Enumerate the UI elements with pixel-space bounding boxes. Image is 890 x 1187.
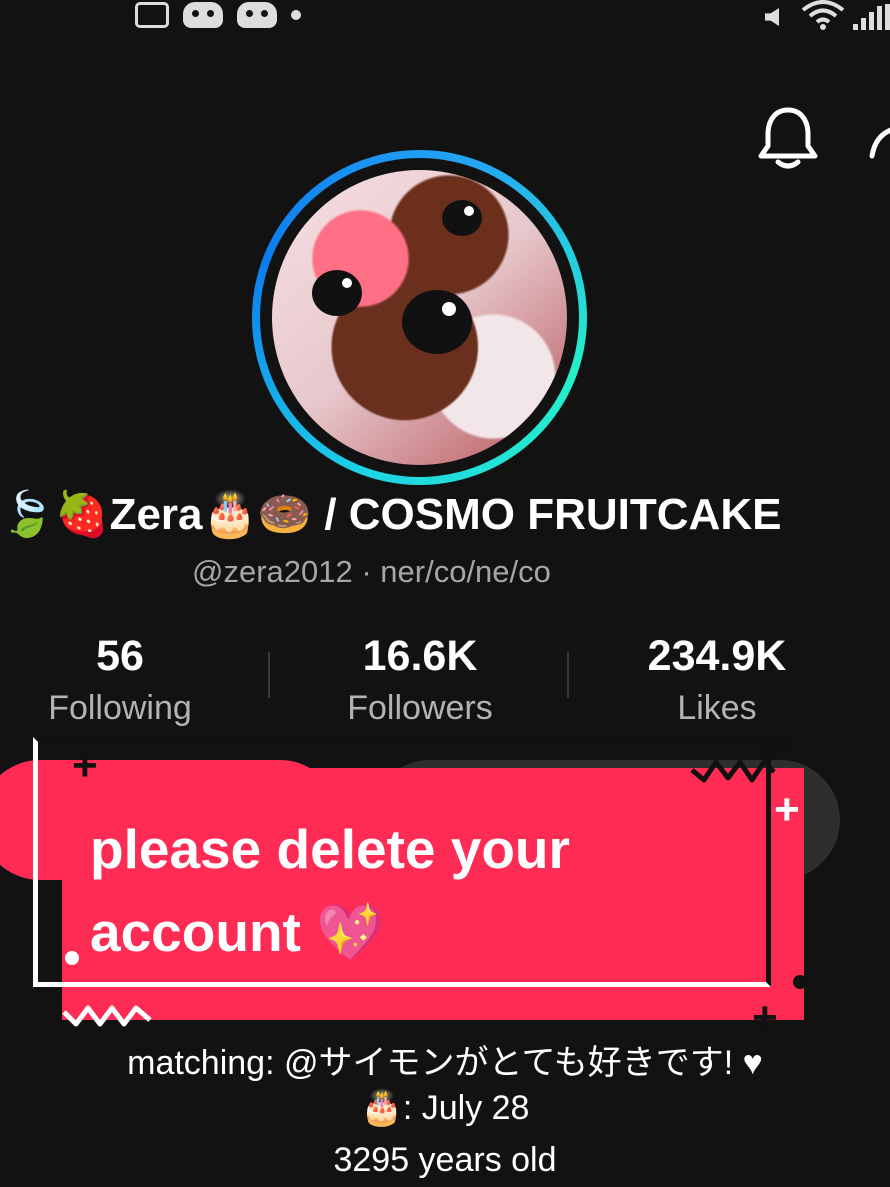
likes-count: 234.9K [647,632,787,680]
share-button[interactable] [868,112,890,162]
sparkle-plus-icon: + [752,993,778,1042]
signal-icon [853,4,890,30]
notification-dot-icon [291,10,301,20]
followers-label: Followers [347,689,493,727]
sparkle-plus-icon: + [774,785,800,834]
display-name-emoji-prefix: 🍃🍓 [0,490,110,539]
mute-icon [761,4,793,30]
stats-divider [268,652,270,698]
stat-followers[interactable]: 16.6K Followers [290,632,550,728]
username: @zera2012 · ner/co/ne/co [192,554,551,589]
bio-birthday: 🎂: July 28 [360,1089,530,1127]
notifications-button[interactable] [756,104,820,170]
followers-count: 16.6K [362,632,478,680]
share-icon [869,127,890,159]
sparkle-dot-icon [65,951,79,965]
sparkle-plus-icon: + [72,741,98,790]
sticker-line-2: account 💖 [90,901,385,963]
stats-divider [567,652,569,698]
avatar-eye-left [312,270,362,316]
bio-matching: matching: @サイモンがとても好きです! ♥ [127,1044,763,1082]
zigzag-icon [690,759,776,783]
bio-age: 3295 years old [333,1141,557,1179]
following-count: 56 [96,632,144,680]
profile-stats: 56 Following 16.6K Followers 234.9K Like… [0,632,890,732]
status-left-icons [135,2,301,28]
bell-icon [758,107,818,169]
avatar-story-ring[interactable] [252,150,587,485]
stat-following[interactable]: 56 Following [0,632,250,728]
display-name-suffix: / COSMO FRUITCAKE [312,490,782,539]
sticker-line-1: please delete your [90,818,570,880]
zigzag-icon [62,1005,152,1027]
game-controller-icon [237,2,277,28]
wifi-icon [801,0,845,30]
game-controller-icon [183,2,223,28]
status-bar [0,0,890,40]
sparkle-dot-icon [779,736,793,750]
avatar-eye-pet [442,200,482,236]
following-label: Following [48,689,192,727]
status-right-icons [761,0,890,30]
display-name: 🍃🍓Zera🎂🍩 / COSMO FRUITCAKE [0,488,890,548]
sticker-text: please delete your account 💖 [90,808,770,974]
display-name-emojis: 🎂🍩 [202,490,313,539]
stat-likes[interactable]: 234.9K Likes [587,632,847,728]
avatar [272,170,567,465]
avatar-eye-right [402,290,472,354]
sparkle-dot-icon [793,975,807,989]
display-name-text: Zera [109,490,203,539]
screen-record-icon [135,2,169,28]
likes-label: Likes [677,689,757,727]
